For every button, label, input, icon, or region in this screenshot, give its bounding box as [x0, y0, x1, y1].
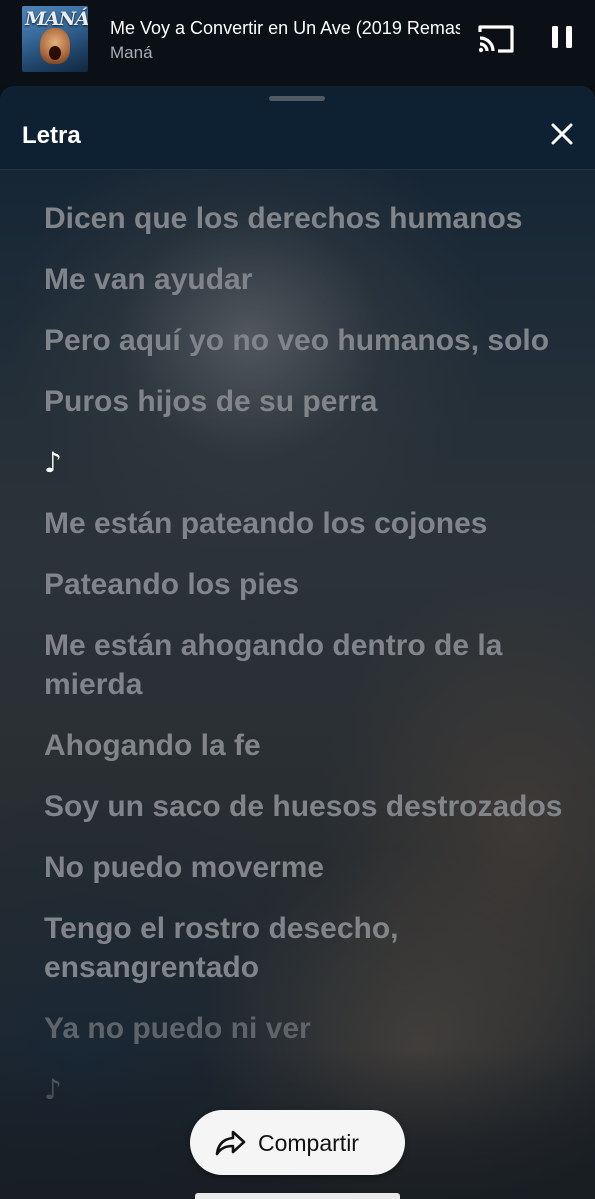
- pause-icon: [552, 26, 572, 48]
- lyrics-sheet: Letra Dicen que los derechos humanos Me …: [0, 86, 595, 1199]
- lyric-line: Me están pateando los cojones: [44, 507, 488, 540]
- album-art[interactable]: MANÁ: [22, 6, 88, 72]
- mini-player[interactable]: MANÁ Me Voy a Convertir en Un Ave (2019 …: [0, 0, 595, 86]
- drag-handle[interactable]: [269, 96, 325, 101]
- share-button[interactable]: Compartir: [190, 1110, 405, 1175]
- home-indicator[interactable]: [195, 1193, 400, 1199]
- lyric-line: Pero aquí yo no veo humanos, solo: [44, 324, 550, 357]
- lyric-line: Ahogando la fe: [44, 729, 261, 762]
- lyric-line: Me van ayudar: [44, 263, 253, 296]
- share-icon: [215, 1130, 246, 1156]
- lyric-line: Me están ahogando dentro de la mierda: [44, 629, 503, 701]
- close-button[interactable]: [544, 116, 580, 152]
- pause-button[interactable]: [540, 18, 584, 58]
- lyric-line: Soy un saco de huesos destrozados: [44, 790, 563, 823]
- cast-button[interactable]: [474, 20, 518, 58]
- lyrics-list: Dicen que los derechos humanos Me van ay…: [44, 199, 564, 1131]
- album-art-mouth: [49, 46, 61, 60]
- album-logo-text: MANÁ: [25, 8, 88, 30]
- share-label: Compartir: [258, 1130, 359, 1156]
- track-artist[interactable]: Maná: [110, 42, 153, 64]
- lyric-line: Dicen que los derechos humanos: [44, 202, 523, 235]
- lyric-line: Pateando los pies: [44, 568, 300, 601]
- cast-icon: [478, 25, 514, 53]
- lyric-line: No puedo moverme: [44, 851, 325, 884]
- lyric-line: Ya no puedo ni ver: [44, 1012, 311, 1045]
- music-note-line: ♪: [44, 1073, 62, 1106]
- sheet-title: Letra: [22, 122, 81, 149]
- music-note-line: ♪: [44, 446, 62, 479]
- close-icon: [551, 123, 573, 145]
- lyric-line: Tengo el rostro desecho, ensangrentado: [44, 912, 399, 984]
- track-title[interactable]: Me Voy a Convertir en Un Ave (2019 Remas…: [110, 17, 460, 39]
- lyric-line: Puros hijos de su perra: [44, 385, 378, 418]
- sheet-header: Letra: [0, 86, 595, 170]
